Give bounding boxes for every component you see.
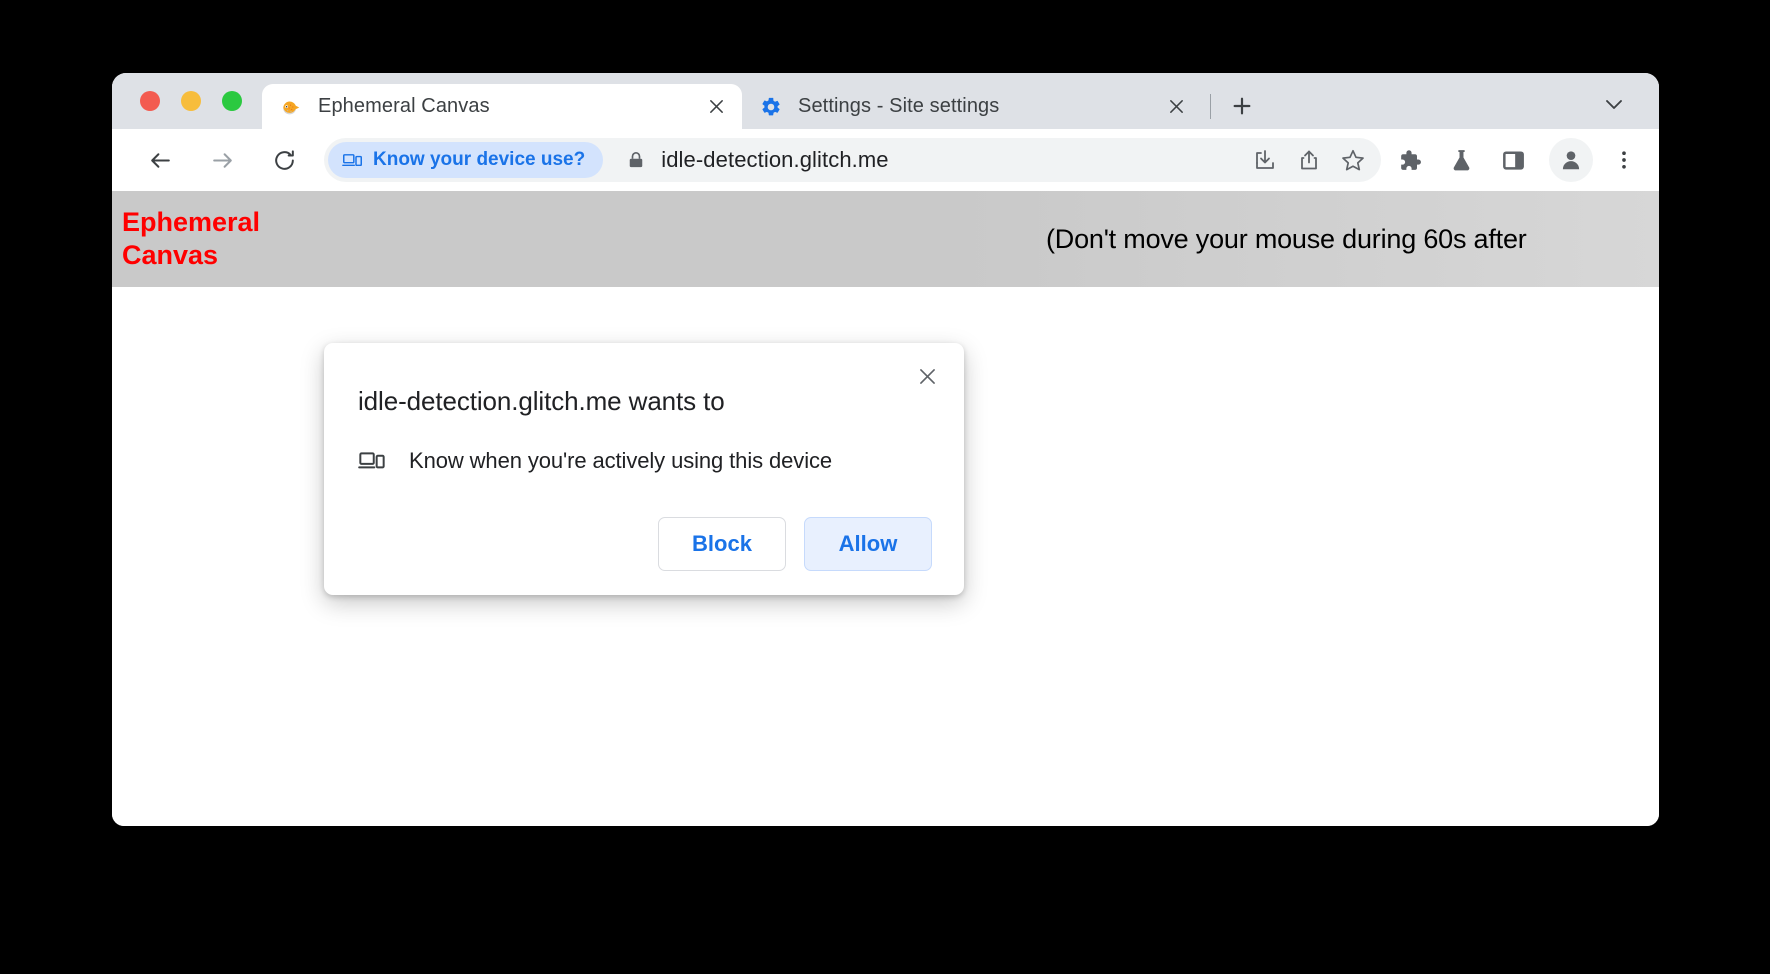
url-text: idle-detection.glitch.me [661, 147, 889, 172]
window-traffic-lights [112, 73, 262, 129]
dialog-permission-row: Know when you're actively using this dev… [356, 447, 932, 475]
device-idle-icon [358, 447, 386, 475]
profile-avatar-icon[interactable] [1549, 138, 1593, 182]
page-content: Ephemeral Canvas (Don't move your mouse … [112, 191, 1659, 826]
side-panel-icon[interactable] [1489, 136, 1537, 184]
page-subtitle: (Don't move your mouse during 60s after [1046, 223, 1527, 254]
reload-icon[interactable] [260, 136, 308, 184]
new-tab-button[interactable] [1221, 85, 1263, 127]
window-maximize-button[interactable] [222, 91, 242, 111]
forward-icon[interactable] [198, 136, 246, 184]
close-icon[interactable] [702, 93, 730, 121]
tab-title: Settings - Site settings [798, 95, 1000, 117]
tab-settings-site-settings[interactable]: Settings - Site settings [742, 84, 1202, 129]
lock-icon[interactable] [625, 149, 647, 171]
tab-ephemeral-canvas[interactable]: Ephemeral Canvas [262, 84, 742, 129]
dialog-actions: Block Allow [356, 516, 932, 571]
browser-toolbar: Know your device use? idle-detection.gli… [112, 129, 1659, 191]
tab-strip: Ephemeral Canvas Settings - Site setting… [112, 73, 1659, 129]
dialog-title: idle-detection.glitch.me wants to [358, 386, 725, 416]
allow-button[interactable]: Allow [804, 516, 932, 571]
page-banner: Ephemeral Canvas (Don't move your mouse … [112, 191, 1659, 287]
gear-icon [760, 96, 782, 118]
chevron-down-icon[interactable] [1593, 83, 1635, 125]
window-minimize-button[interactable] [181, 91, 201, 111]
three-dot-menu-icon[interactable] [1603, 136, 1645, 184]
bookmark-star-icon[interactable] [1331, 138, 1375, 182]
experiments-flask-icon[interactable] [1437, 136, 1485, 184]
page-title: Ephemeral Canvas [122, 207, 261, 270]
dialog-permission-text: Know when you're actively using this dev… [409, 447, 833, 473]
back-icon[interactable] [136, 136, 184, 184]
tab-separator [1210, 94, 1211, 119]
permission-dialog: idle-detection.glitch.me wants to Know w… [324, 343, 964, 595]
block-button[interactable]: Block [658, 516, 786, 571]
extensions-puzzle-icon[interactable] [1385, 136, 1433, 184]
close-icon[interactable] [910, 359, 944, 393]
download-icon[interactable] [1243, 138, 1287, 182]
close-icon[interactable] [1162, 93, 1190, 121]
browser-window: Ephemeral Canvas Settings - Site setting… [112, 73, 1659, 826]
address-bar[interactable]: Know your device use? idle-detection.gli… [324, 138, 1381, 182]
permission-chip-know-device-use[interactable]: Know your device use? [328, 142, 604, 178]
window-close-button[interactable] [140, 91, 160, 111]
device-idle-icon [342, 150, 363, 171]
permission-chip-label: Know your device use? [373, 149, 586, 170]
tab-title: Ephemeral Canvas [318, 95, 490, 117]
pufferfish-icon [280, 96, 302, 118]
share-icon[interactable] [1287, 138, 1331, 182]
